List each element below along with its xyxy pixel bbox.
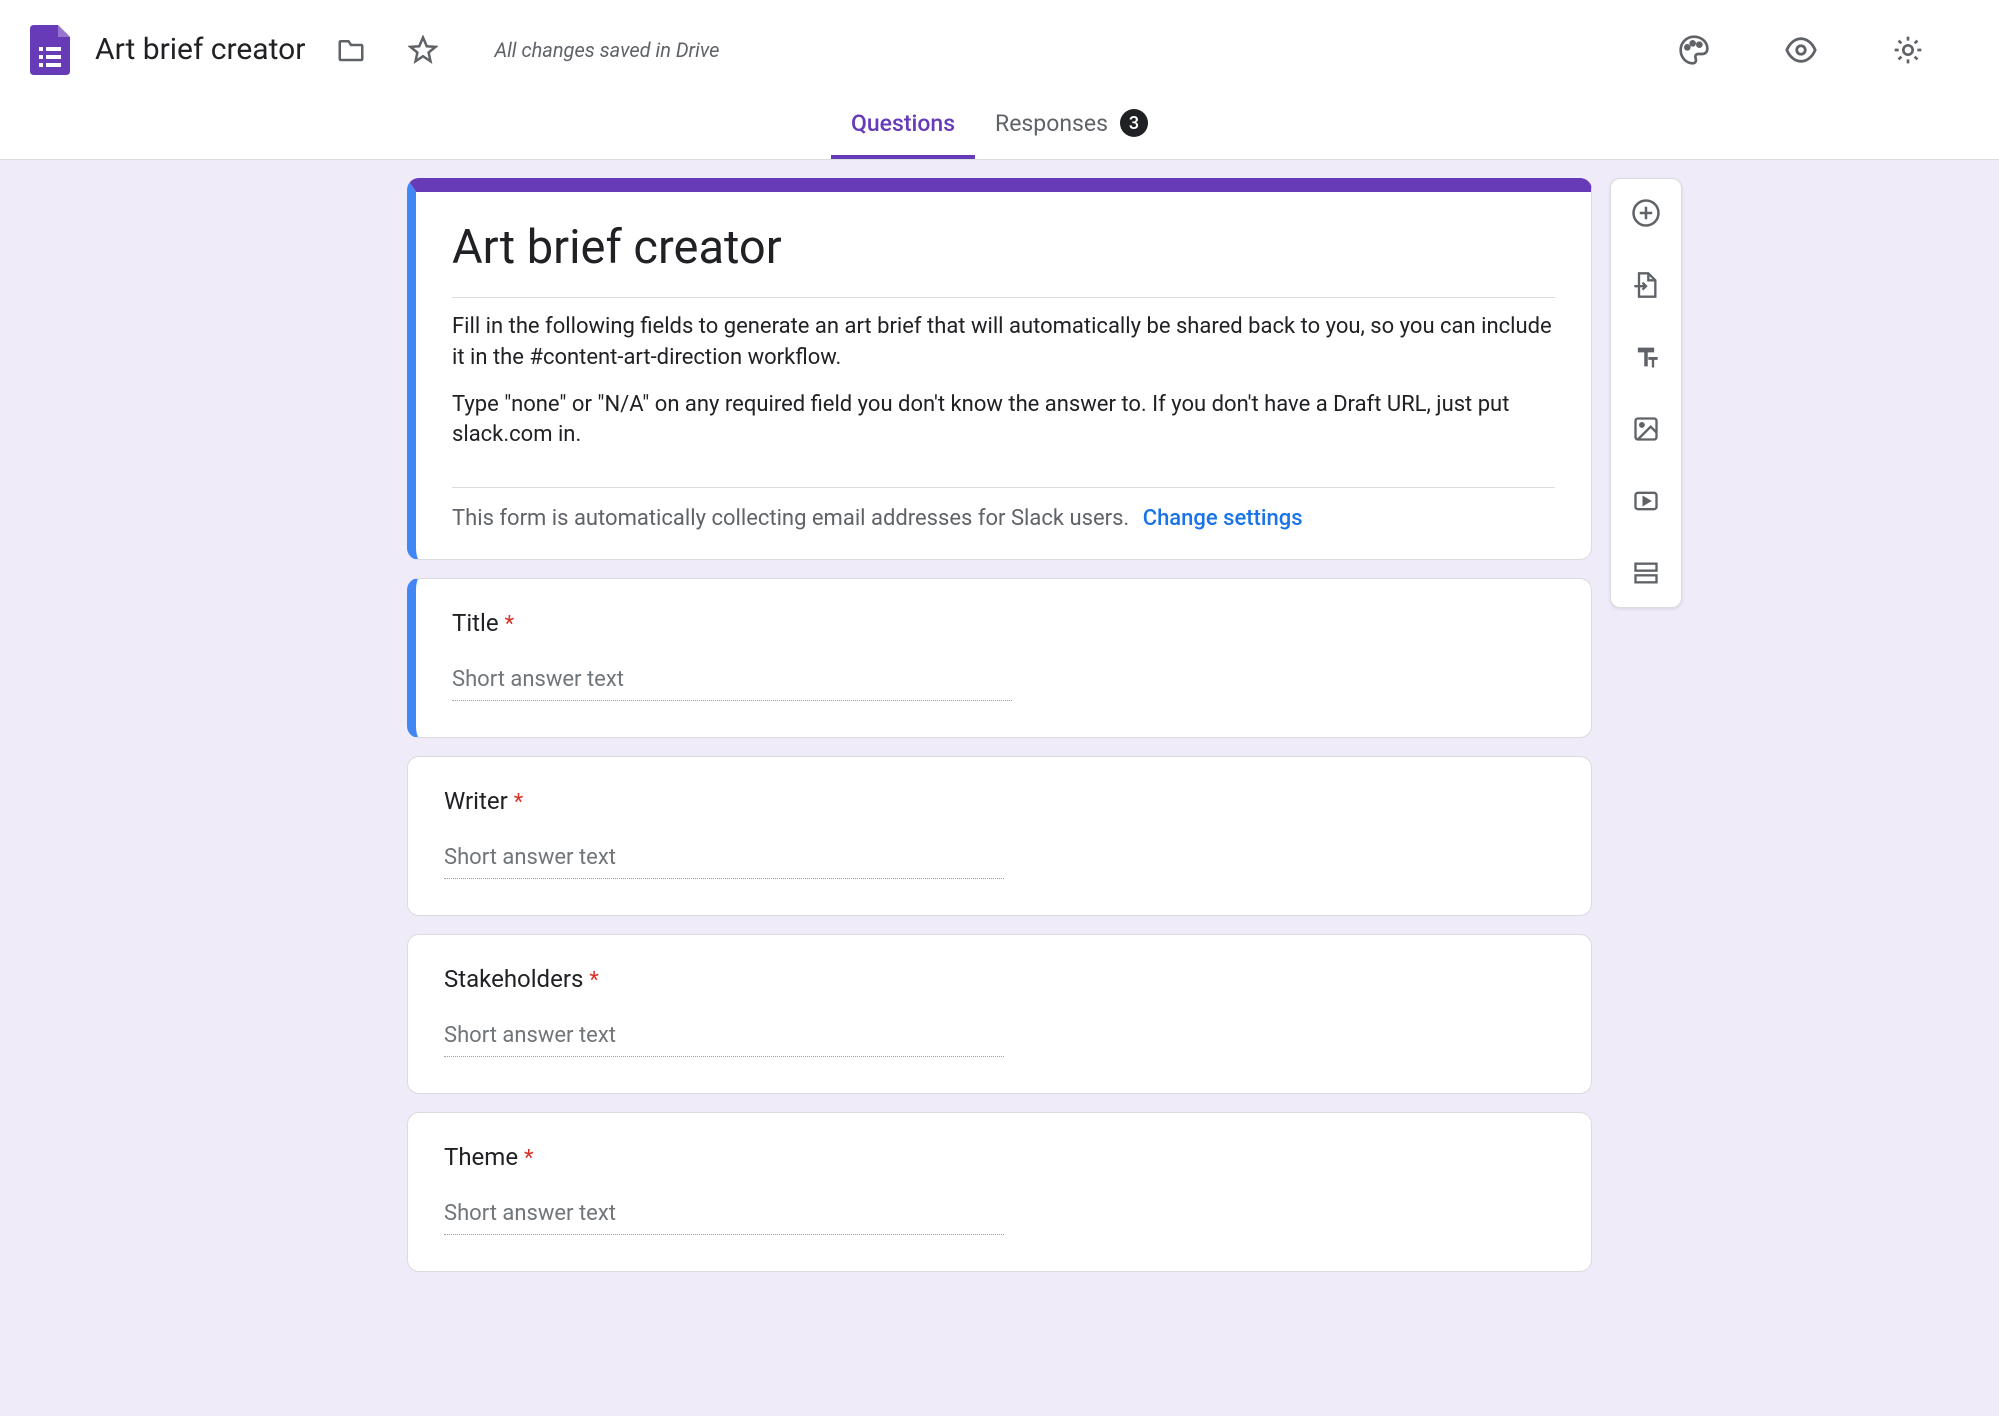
- side-toolbar: [1610, 178, 1682, 608]
- required-star-icon: *: [514, 790, 523, 815]
- form-title[interactable]: Art brief creator: [452, 220, 1555, 285]
- tab-questions-label: Questions: [851, 110, 955, 137]
- form-description[interactable]: Fill in the following fields to generate…: [452, 312, 1555, 477]
- short-answer-placeholder: Short answer text: [452, 667, 1012, 701]
- email-notice-text: This form is automatically collecting em…: [452, 506, 1129, 531]
- import-questions-button[interactable]: [1626, 265, 1666, 305]
- question-label: Title*: [452, 609, 1555, 637]
- add-question-button[interactable]: [1626, 193, 1666, 233]
- form-description-p1: Fill in the following fields to generate…: [452, 312, 1555, 374]
- tabs-row: Questions Responses 3: [0, 80, 1999, 159]
- question-card-stakeholders[interactable]: Stakeholders* Short answer text: [407, 934, 1592, 1094]
- question-card-writer[interactable]: Writer* Short answer text: [407, 756, 1592, 916]
- short-answer-placeholder: Short answer text: [444, 1023, 1004, 1057]
- tab-responses[interactable]: Responses 3: [975, 109, 1168, 159]
- question-card-title[interactable]: Title* Short answer text: [407, 578, 1592, 738]
- question-label: Theme*: [444, 1143, 1555, 1171]
- add-title-button[interactable]: [1626, 337, 1666, 377]
- form-container: Art brief creator Fill in the following …: [407, 178, 1592, 1272]
- add-video-button[interactable]: [1626, 481, 1666, 521]
- add-section-button[interactable]: [1626, 553, 1666, 593]
- tab-questions[interactable]: Questions: [831, 110, 975, 159]
- form-header-card[interactable]: Art brief creator Fill in the following …: [407, 178, 1592, 560]
- main-content-area: Art brief creator Fill in the following …: [0, 160, 1999, 1416]
- required-star-icon: *: [589, 968, 598, 993]
- question-card-theme[interactable]: Theme* Short answer text: [407, 1112, 1592, 1272]
- question-label: Writer*: [444, 787, 1555, 815]
- email-collection-notice: This form is automatically collecting em…: [452, 487, 1555, 531]
- header-right-actions: [1673, 29, 1969, 71]
- change-settings-link[interactable]: Change settings: [1143, 506, 1303, 531]
- tab-responses-label: Responses: [995, 110, 1108, 137]
- divider: [452, 297, 1555, 298]
- short-answer-placeholder: Short answer text: [444, 845, 1004, 879]
- forms-logo-icon[interactable]: [30, 25, 70, 75]
- app-header: Art brief creator All changes saved in D…: [0, 0, 1999, 160]
- move-to-folder-button[interactable]: [330, 29, 372, 71]
- required-star-icon: *: [524, 1146, 533, 1171]
- settings-button[interactable]: [1887, 29, 1929, 71]
- question-label: Stakeholders*: [444, 965, 1555, 993]
- document-title[interactable]: Art brief creator: [95, 32, 305, 67]
- header-top-row: Art brief creator All changes saved in D…: [0, 0, 1999, 80]
- preview-button[interactable]: [1780, 29, 1822, 71]
- short-answer-placeholder: Short answer text: [444, 1201, 1004, 1235]
- required-star-icon: *: [505, 612, 514, 637]
- star-button[interactable]: [402, 29, 444, 71]
- add-image-button[interactable]: [1626, 409, 1666, 449]
- responses-count-badge: 3: [1120, 109, 1148, 137]
- form-description-p2: Type "none" or "N/A" on any required fie…: [452, 390, 1555, 452]
- save-status-text: All changes saved in Drive: [494, 38, 719, 62]
- customize-theme-button[interactable]: [1673, 29, 1715, 71]
